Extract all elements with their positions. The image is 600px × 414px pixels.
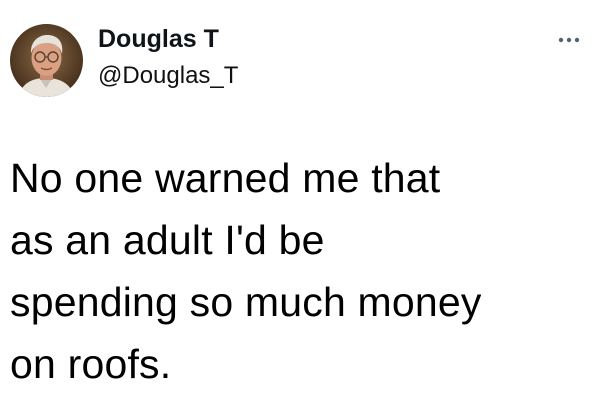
profile-photo-icon: [10, 24, 83, 97]
tweet-text-line: on roofs.: [10, 341, 172, 387]
tweet-card: Douglas T @Douglas_T No one warned me th…: [0, 0, 600, 414]
tweet-text: No one warned me that as an adult I'd be…: [10, 147, 585, 395]
tweet-text-line: No one warned me that: [10, 155, 441, 201]
more-options-icon[interactable]: [556, 30, 582, 46]
avatar[interactable]: [10, 24, 83, 97]
user-handle[interactable]: @Douglas_T: [98, 61, 238, 91]
tweet-text-line: spending so much money: [10, 279, 482, 325]
tweet-text-line: as an adult I'd be: [10, 217, 325, 263]
display-name[interactable]: Douglas T: [98, 24, 219, 54]
